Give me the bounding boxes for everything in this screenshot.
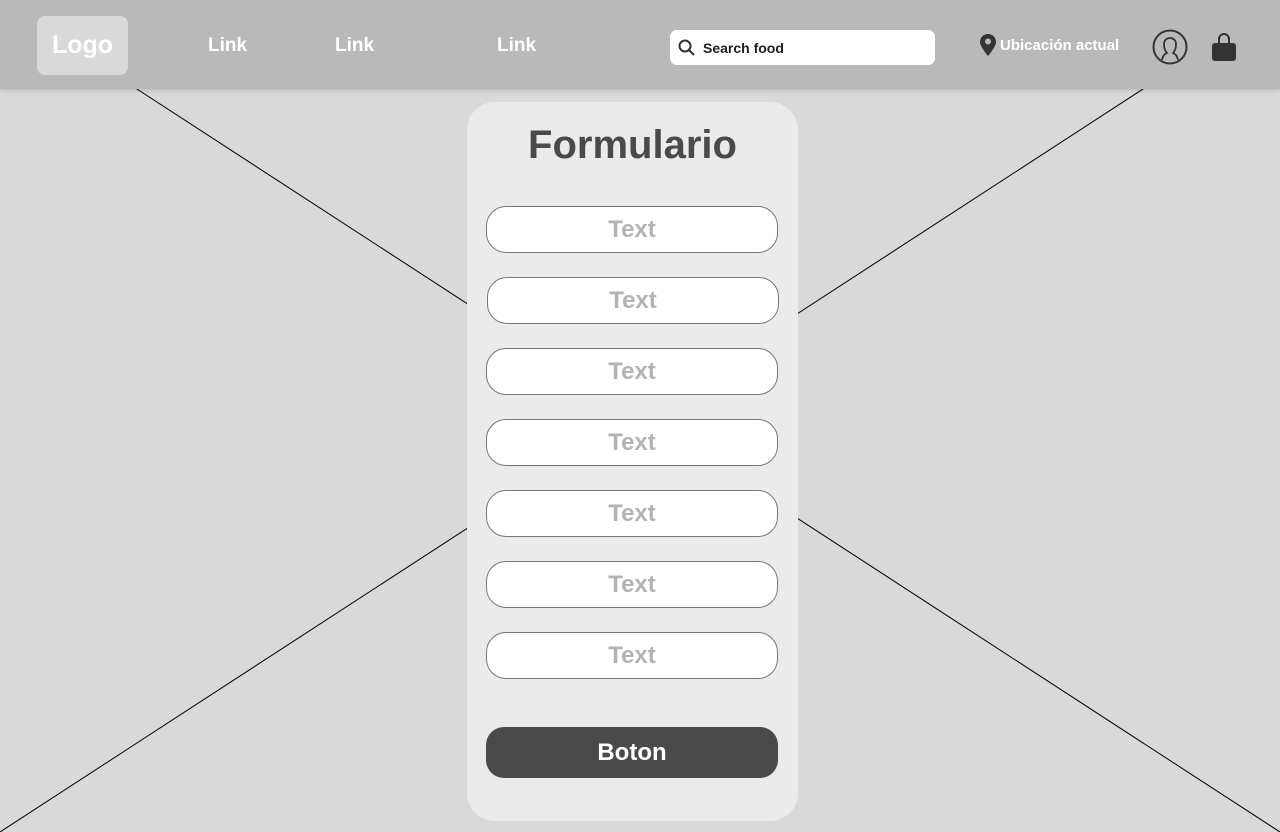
text-field-2[interactable]: Text	[487, 277, 779, 324]
submit-button[interactable]: Boton	[486, 727, 778, 778]
logo[interactable]: Logo	[37, 16, 128, 75]
text-field-3[interactable]: Text	[486, 348, 778, 395]
form-title: Formulario	[528, 123, 737, 167]
search-icon	[678, 39, 695, 56]
search-placeholder: Search food	[703, 39, 784, 56]
text-field-1[interactable]: Text	[486, 206, 778, 253]
user-icon[interactable]	[1152, 29, 1188, 65]
shopping-bag-icon[interactable]	[1211, 32, 1237, 62]
text-field-4[interactable]: Text	[486, 419, 778, 466]
nav-link-1[interactable]: Link	[208, 35, 247, 57]
location-pin-icon	[980, 34, 996, 56]
form-card: Formulario Text Text Text Text Text Text…	[467, 102, 798, 821]
navbar: Logo Link Link Link Search food Ubicació…	[0, 0, 1280, 89]
text-field-5[interactable]: Text	[486, 490, 778, 537]
search-input[interactable]: Search food	[670, 30, 935, 65]
nav-link-3[interactable]: Link	[497, 35, 536, 57]
location-button[interactable]: Ubicación actual	[980, 34, 1119, 56]
location-label: Ubicación actual	[1000, 36, 1120, 54]
text-field-7[interactable]: Text	[486, 632, 778, 679]
text-field-6[interactable]: Text	[486, 561, 778, 608]
nav-link-2[interactable]: Link	[335, 35, 374, 57]
